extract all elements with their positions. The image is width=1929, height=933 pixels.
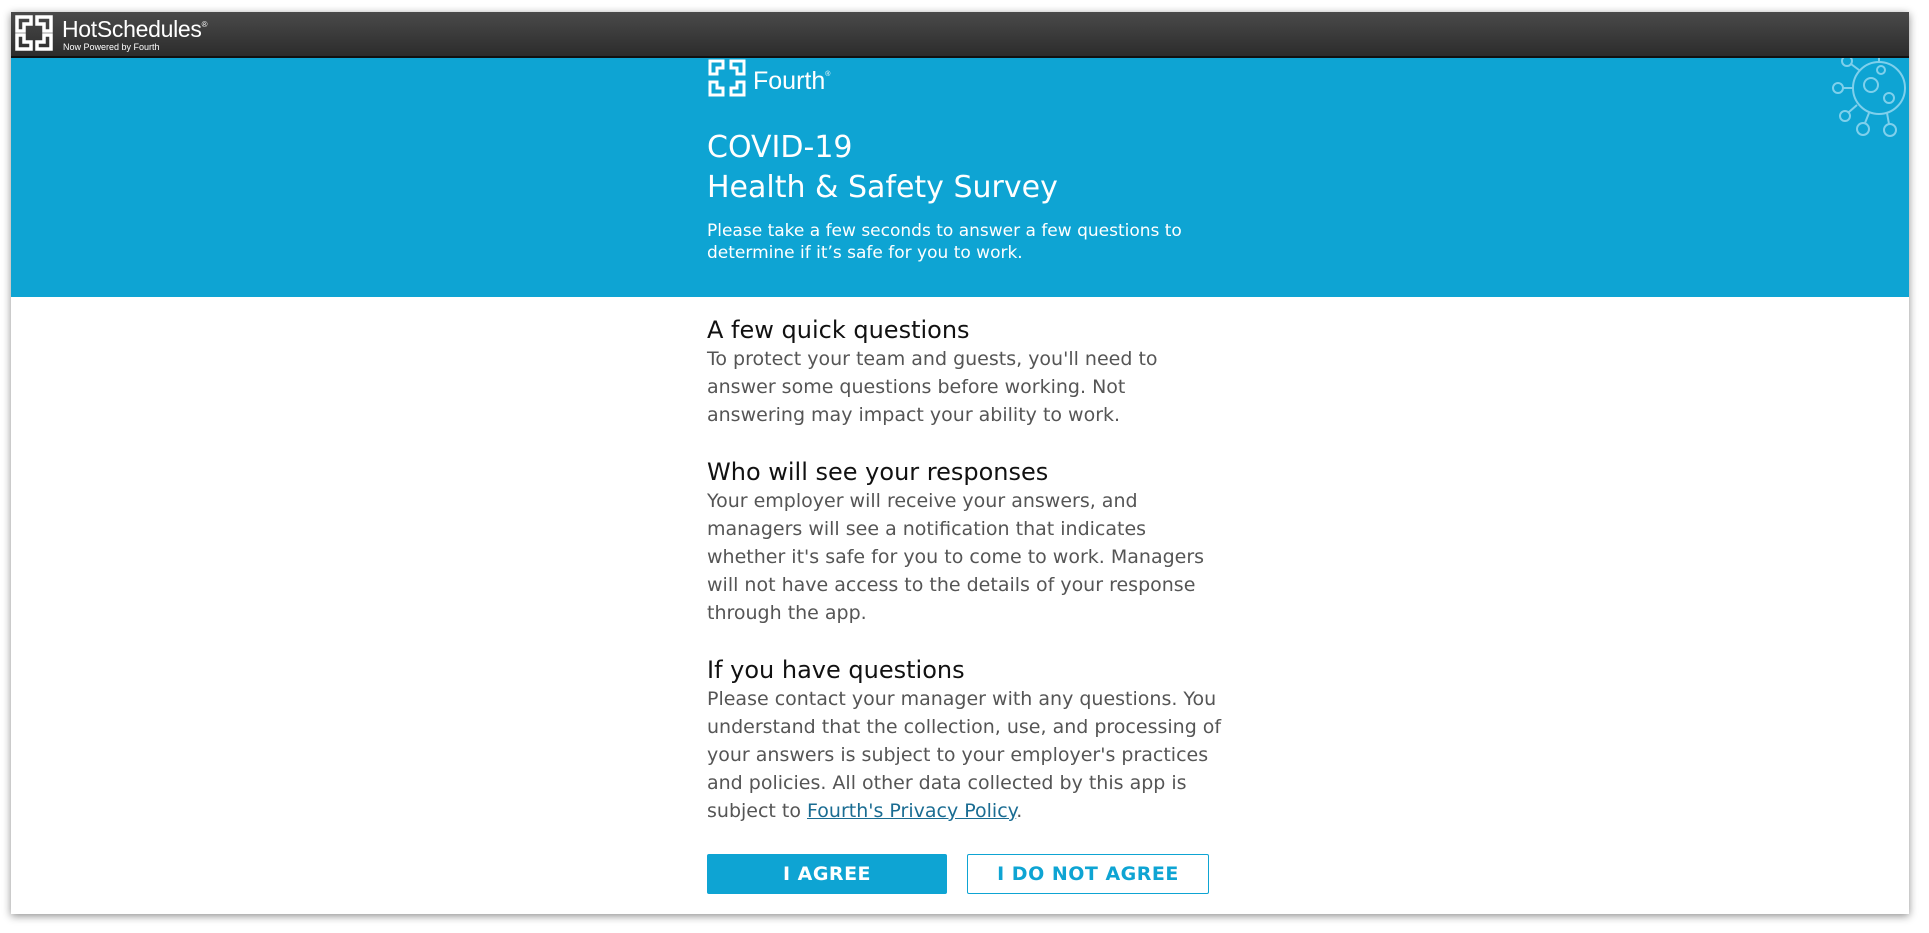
app-window: HotSchedules® Now Powered by Fourth Four…: [11, 12, 1909, 914]
hotschedules-logo-icon: [15, 15, 53, 51]
page-title-line2: Health & Safety Survey: [707, 170, 1058, 205]
page-title-line1: COVID-19: [707, 130, 853, 165]
virus-icon: [1832, 58, 1906, 137]
fourth-logo-icon: [708, 59, 746, 97]
agree-button[interactable]: I AGREE: [707, 854, 947, 894]
privacy-policy-link[interactable]: Fourth's Privacy Policy: [807, 800, 1016, 822]
section-body-questions: Please contact your manager with any que…: [707, 688, 1222, 822]
intro-text: Please take a few seconds to answer a fe…: [707, 221, 1182, 263]
fourth-logo-text: Fourth®: [753, 67, 831, 95]
section-title-quick-questions: A few quick questions: [707, 316, 970, 344]
top-bar: HotSchedules® Now Powered by Fourth: [11, 12, 1909, 58]
section-body-responses: Your employer will receive your answers,…: [707, 490, 1205, 624]
brand-subtitle: Now Powered by Fourth: [63, 42, 160, 52]
brand-name: HotSchedules®: [62, 16, 208, 42]
disagree-button[interactable]: I DO NOT AGREE: [967, 854, 1209, 894]
section-body-quick-questions: To protect your team and guests, you'll …: [707, 348, 1158, 426]
section-title-questions: If you have questions: [707, 656, 965, 684]
section-title-responses: Who will see your responses: [707, 458, 1049, 486]
